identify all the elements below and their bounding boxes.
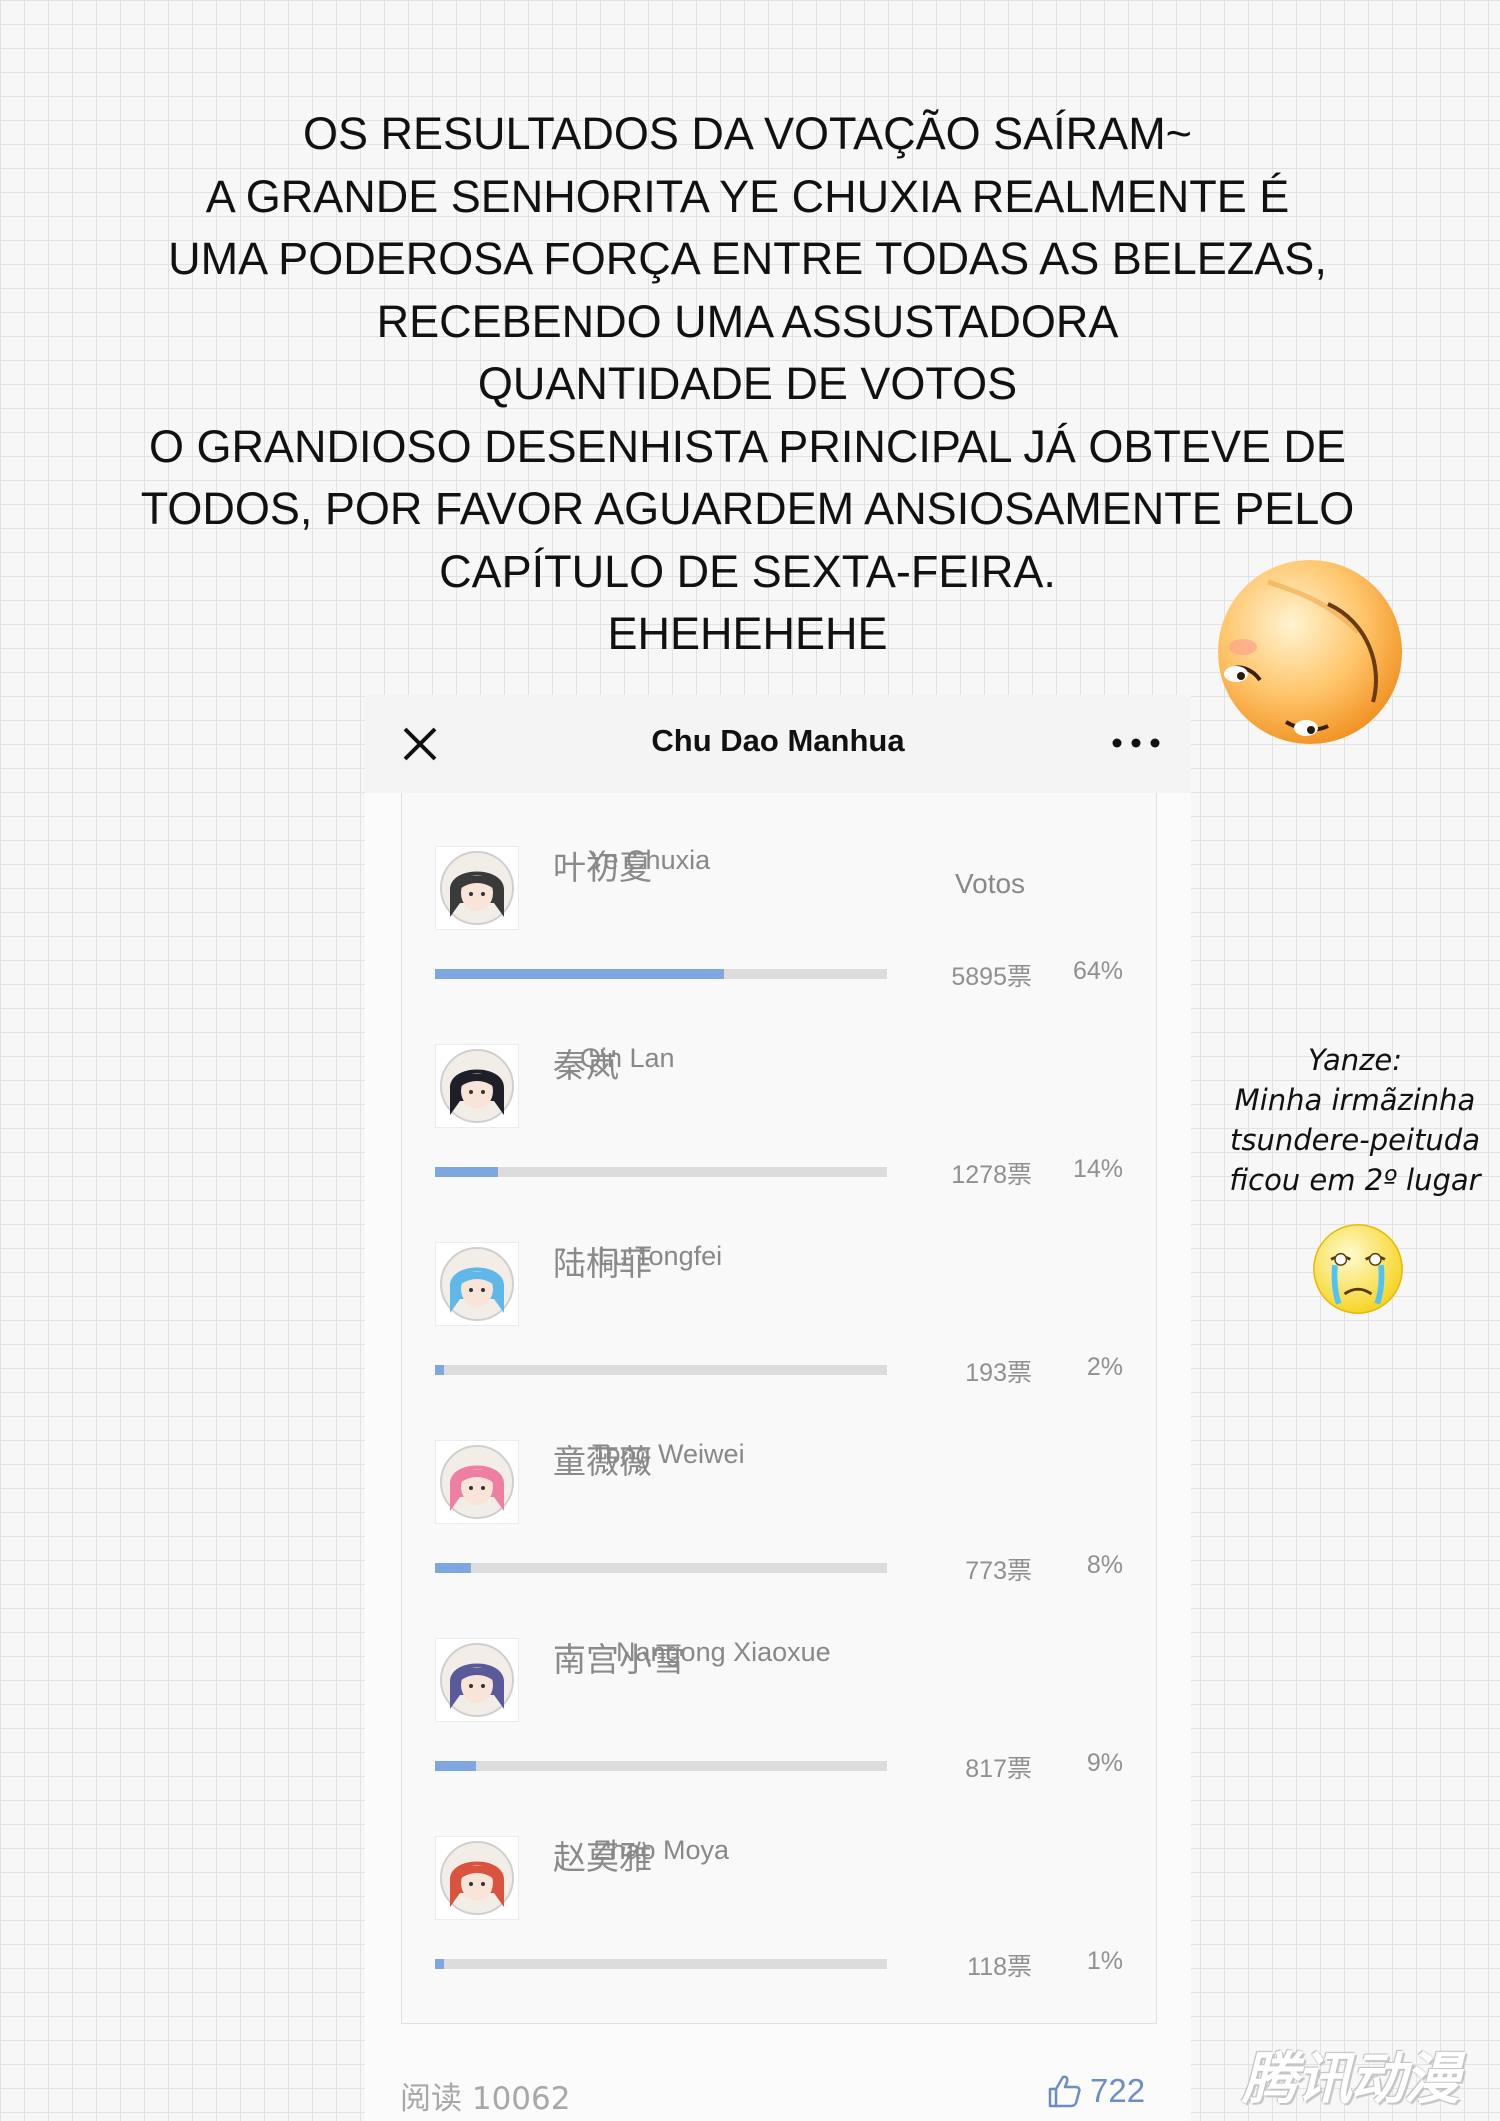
watermark-logo: 腾讯动漫 bbox=[1242, 2047, 1460, 2112]
vote-percent: 1% bbox=[1086, 1947, 1123, 1975]
option-name-en: Qin Lan bbox=[580, 1043, 675, 1073]
poll-card: Votos 叶初夏 Ye Chuxia 5895票 64% 秦岚 Qin Lan 1278票… bbox=[401, 793, 1157, 2024]
vote-count: 1278票 bbox=[951, 1161, 1032, 1189]
vote-progress-bar bbox=[435, 1761, 887, 1771]
poll-option[interactable]: 秦岚 Qin Lan 1278票 14% bbox=[402, 991, 1156, 1189]
announcement-line: OS RESULTADOS DA VOTAÇÃO SAÍRAM~ bbox=[303, 108, 1192, 159]
poll-option[interactable]: 童薇薇 Tong Weiwei 773票 8% bbox=[402, 1387, 1156, 1585]
vote-progress-fill bbox=[435, 1563, 472, 1573]
read-count: 阅读 10062 bbox=[400, 2081, 571, 2117]
vote-progress-bar bbox=[435, 1365, 887, 1375]
announcement-line: TODOS, POR FAVOR AGUARDEM ANSIOSAMENTE P… bbox=[140, 483, 1355, 534]
vote-percent: 8% bbox=[1086, 1551, 1123, 1579]
vote-count: 773票 bbox=[965, 1557, 1032, 1585]
vote-progress-fill bbox=[435, 1167, 499, 1177]
option-name-en: Tong Weiwei bbox=[592, 1439, 745, 1469]
avatar bbox=[435, 846, 519, 930]
vote-progress-bar bbox=[435, 1959, 887, 1969]
avatar bbox=[435, 1638, 519, 1722]
avatar bbox=[435, 1836, 519, 1920]
announcement-line: CAPÍTULO DE SEXTA-FEIRA. bbox=[439, 545, 1056, 597]
announcement-line: UMA PODEROSA FORÇA ENTRE TODAS AS BELEZA… bbox=[168, 233, 1327, 284]
crying-emoji-icon bbox=[1313, 1224, 1403, 1314]
avatar bbox=[435, 1440, 519, 1524]
option-name-en: Zhao Moya bbox=[594, 1835, 730, 1865]
side-note: Yanze: Minha irmãzinha tsundere-peituda … bbox=[1220, 1040, 1490, 1200]
vote-count: 817票 bbox=[965, 1755, 1032, 1783]
like-count: 722 bbox=[1090, 2072, 1146, 2109]
vote-progress-bar bbox=[435, 1167, 887, 1177]
app-header: Chu Dao Manhua bbox=[365, 695, 1191, 794]
smug-emoji-icon bbox=[1218, 560, 1402, 744]
side-note-line: Minha irmãzinha bbox=[1234, 1083, 1476, 1117]
option-name-en: Lu Tongfei bbox=[598, 1241, 723, 1271]
poll-option[interactable]: 叶初夏 Ye Chuxia 5895票 64% bbox=[402, 793, 1156, 991]
option-name-en: Ye Chuxia bbox=[588, 845, 711, 875]
vote-progress-fill bbox=[435, 969, 725, 979]
poll-option[interactable]: 陆桐菲 Lu Tongfei 193票 2% bbox=[402, 1189, 1156, 1387]
vote-percent: 2% bbox=[1086, 1353, 1123, 1381]
thumbs-up-icon bbox=[1048, 2075, 1081, 2108]
announcement-line: RECEBENDO UMA ASSUSTADORA bbox=[376, 295, 1119, 347]
vote-progress-fill bbox=[435, 1761, 476, 1771]
side-note-line: ficou em 2º lugar bbox=[1229, 1163, 1481, 1197]
more-dots-icon[interactable] bbox=[1111, 731, 1161, 755]
vote-count: 5895票 bbox=[951, 963, 1032, 991]
vote-percent: 64% bbox=[1072, 957, 1123, 985]
vote-count: 118票 bbox=[967, 1953, 1032, 1981]
side-note-line: Yanze: bbox=[1307, 1043, 1403, 1077]
vote-progress-fill bbox=[435, 1959, 445, 1969]
side-note-line: tsundere-peituda bbox=[1230, 1123, 1480, 1157]
announcement-line: EHEHEHEHE bbox=[607, 608, 888, 659]
avatar bbox=[435, 1044, 519, 1128]
poll-option[interactable]: 赵莫雅 Zhao Moya 118票 1% bbox=[402, 1783, 1156, 1981]
option-name-en: Nangong Xiaoxue bbox=[616, 1637, 831, 1667]
app-title: Chu Dao Manhua bbox=[651, 723, 905, 758]
vote-progress-bar bbox=[435, 969, 887, 979]
vote-progress-fill bbox=[435, 1365, 445, 1375]
vote-progress-bar bbox=[435, 1563, 887, 1573]
announcement-line: QUANTIDADE DE VOTOS bbox=[477, 358, 1018, 409]
announcement-text: OS RESULTADOS DA VOTAÇÃO SAÍRAM~ A GRAND… bbox=[100, 103, 1395, 666]
like-button[interactable]: 722 bbox=[1046, 2069, 1145, 2113]
avatar bbox=[435, 1242, 519, 1326]
announcement-line: A GRANDE SENHORITA YE CHUXIA REALMENTE É bbox=[205, 170, 1290, 222]
poll-option[interactable]: 南宫小雪 Nangong Xiaoxue 817票 9% bbox=[402, 1585, 1156, 1783]
vote-percent: 14% bbox=[1072, 1155, 1123, 1183]
announcement-line: O GRANDIOSO DESENHISTA PRINCIPAL JÁ OBTE… bbox=[149, 420, 1346, 472]
vote-count: 193票 bbox=[965, 1359, 1032, 1387]
vote-percent: 9% bbox=[1086, 1749, 1123, 1777]
